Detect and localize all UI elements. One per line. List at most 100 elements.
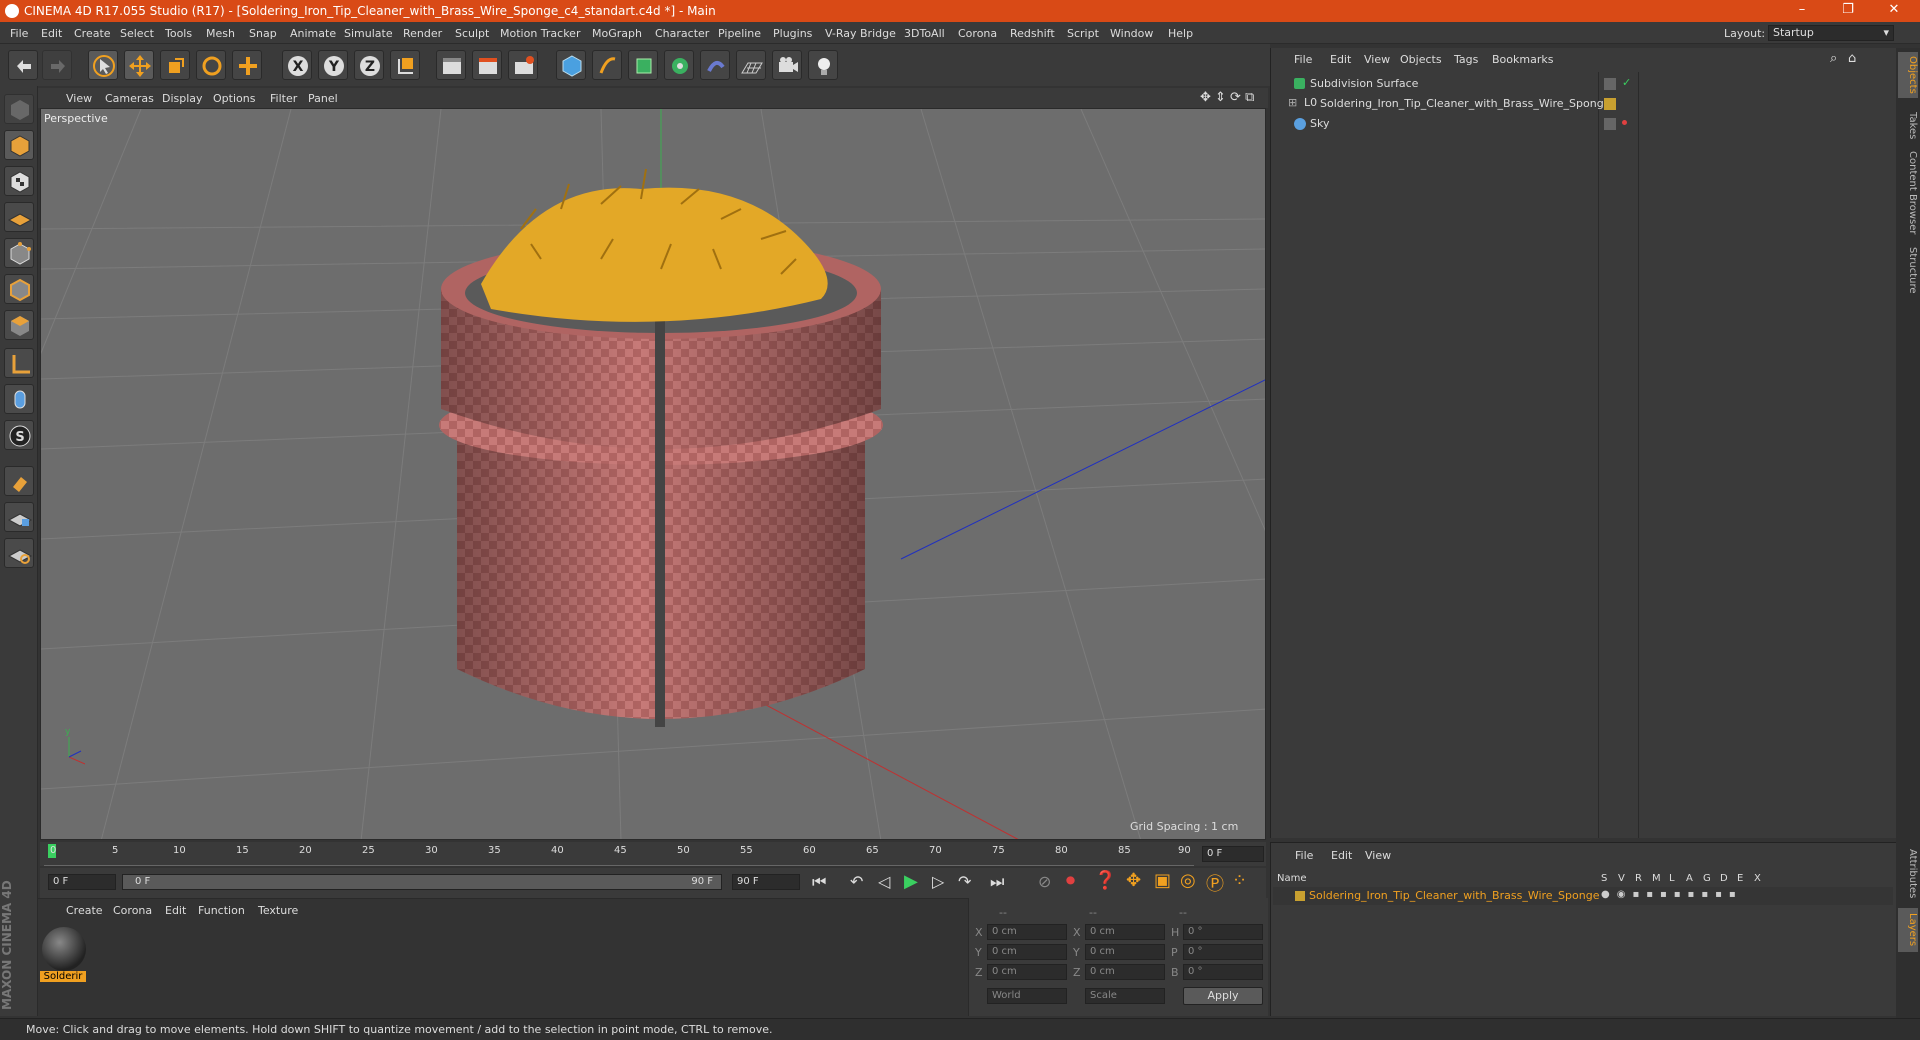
subdivision-button[interactable] xyxy=(628,50,658,80)
menu-sculpt[interactable]: Sculpt xyxy=(455,27,489,40)
coordinate-system-button[interactable] xyxy=(390,50,420,80)
viewport-menu-view[interactable]: View xyxy=(66,92,92,105)
viewport-menu-options[interactable]: Options xyxy=(213,92,255,105)
menu-simulate[interactable]: Simulate xyxy=(344,27,393,40)
viewport-menu-panel[interactable]: Panel xyxy=(308,92,338,105)
planar-workplane-button[interactable] xyxy=(4,538,34,568)
coord-size-z[interactable]: 0 cm xyxy=(1085,964,1165,980)
render-view-button[interactable] xyxy=(436,50,466,80)
array-button[interactable] xyxy=(664,50,694,80)
coord-rotation-p[interactable]: 0 ° xyxy=(1183,944,1263,960)
tab-structure[interactable]: Structure xyxy=(1898,242,1918,298)
start-frame-field[interactable]: 0 F xyxy=(48,874,116,890)
menu-corona[interactable]: Corona xyxy=(958,27,997,40)
visibility-dots[interactable] xyxy=(1604,118,1616,130)
menu-plugins[interactable]: Plugins xyxy=(773,27,812,40)
polygons-mode-button[interactable] xyxy=(4,310,34,340)
axis-mode-button[interactable] xyxy=(4,348,34,378)
visibility-dots[interactable] xyxy=(1604,78,1616,90)
z-axis-lock-button[interactable]: Z xyxy=(354,50,384,80)
render-settings-button[interactable] xyxy=(508,50,538,80)
menu-animate[interactable]: Animate xyxy=(290,27,336,40)
coord-rotation-b[interactable]: 0 ° xyxy=(1183,964,1263,980)
menu-3dtoall[interactable]: 3DToAll xyxy=(904,27,945,40)
previous-frame-button[interactable]: ◁ xyxy=(878,872,890,891)
obj-menu-bookmarks[interactable]: Bookmarks xyxy=(1492,53,1553,66)
layer-color-tag[interactable] xyxy=(1604,98,1616,110)
menu-render[interactable]: Render xyxy=(403,27,442,40)
menu-file[interactable]: File xyxy=(10,27,28,40)
coord-world-dropdown[interactable]: World xyxy=(987,988,1067,1004)
perspective-viewport[interactable]: y xyxy=(40,108,1266,840)
menu-edit[interactable]: Edit xyxy=(41,27,62,40)
floor-button[interactable] xyxy=(736,50,766,80)
key-rotation-button[interactable]: ◎ xyxy=(1180,870,1196,891)
texture-mode-button[interactable] xyxy=(4,166,34,196)
menu-select[interactable]: Select xyxy=(120,27,154,40)
rotate-button[interactable] xyxy=(196,50,226,80)
obj-menu-edit[interactable]: Edit xyxy=(1330,53,1351,66)
current-frame-field[interactable]: 0 F xyxy=(1202,846,1264,862)
apply-button[interactable]: Apply xyxy=(1183,987,1263,1005)
layer-menu-view[interactable]: View xyxy=(1365,849,1391,862)
home-icon[interactable]: ⌂ xyxy=(1848,51,1856,66)
move-button[interactable] xyxy=(124,50,154,80)
menu-window[interactable]: Window xyxy=(1110,27,1153,40)
key-pla-button[interactable]: ⁘ xyxy=(1232,870,1247,891)
expand-icon[interactable]: ⊞ xyxy=(1288,96,1297,109)
record-disabled-icon[interactable]: ⊘ xyxy=(1038,872,1051,891)
material-menu-edit[interactable]: Edit xyxy=(165,904,186,917)
obj-menu-tags[interactable]: Tags xyxy=(1454,53,1478,66)
cube-object-button[interactable] xyxy=(556,50,586,80)
solo-button[interactable]: S xyxy=(4,420,34,450)
next-key-button[interactable]: ↷ xyxy=(958,872,971,891)
material-menu-corona[interactable]: Corona xyxy=(113,904,152,917)
range-slider[interactable]: 0 F 90 F xyxy=(122,874,722,890)
play-button[interactable]: ▶ xyxy=(904,871,918,892)
go-to-start-button[interactable]: ⏮ xyxy=(812,872,826,892)
coord-size-y[interactable]: 0 cm xyxy=(1085,944,1165,960)
coord-position-z[interactable]: 0 cm xyxy=(987,964,1067,980)
menu-script[interactable]: Script xyxy=(1067,27,1099,40)
live-selection-button[interactable] xyxy=(88,50,118,80)
key-scale-button[interactable]: ▣ xyxy=(1154,870,1171,891)
coord-position-x[interactable]: 0 cm xyxy=(987,924,1067,940)
viewport-menu-filter[interactable]: Filter xyxy=(270,92,297,105)
snap-button[interactable] xyxy=(4,466,34,496)
menu-snap[interactable]: Snap xyxy=(249,27,277,40)
obj-menu-view[interactable]: View xyxy=(1364,53,1390,66)
spline-pen-button[interactable] xyxy=(592,50,622,80)
obj-menu-file[interactable]: File xyxy=(1294,53,1312,66)
key-param-button[interactable]: Ⓟ xyxy=(1206,870,1224,896)
model-mode-button[interactable] xyxy=(4,130,34,160)
menu-mograph[interactable]: MoGraph xyxy=(592,27,642,40)
coord-size-x[interactable]: 0 cm xyxy=(1085,924,1165,940)
layer-row[interactable]: Soldering_Iron_Tip_Cleaner_with_Brass_Wi… xyxy=(1273,887,1893,905)
go-to-end-button[interactable]: ⏭ xyxy=(990,872,1004,892)
layer-menu-file[interactable]: File xyxy=(1295,849,1313,862)
layer-menu-edit[interactable]: Edit xyxy=(1331,849,1352,862)
obj-menu-objects[interactable]: Objects xyxy=(1400,53,1442,66)
search-icon[interactable]: ⌕ xyxy=(1830,51,1837,66)
menu-vray-bridge[interactable]: V-Ray Bridge xyxy=(825,27,896,40)
material-name[interactable]: Solderir xyxy=(40,971,86,982)
viewport-nav-icons[interactable]: ✥ ⇕ ⟳ ⧉ xyxy=(1200,90,1254,105)
material-menu-create[interactable]: Create xyxy=(66,904,103,917)
previous-key-button[interactable]: ↶ xyxy=(850,872,863,891)
menu-character[interactable]: Character xyxy=(655,27,709,40)
y-axis-lock-button[interactable]: Y xyxy=(318,50,348,80)
points-mode-button[interactable] xyxy=(4,238,34,268)
viewport-menu-display[interactable]: Display xyxy=(162,92,203,105)
timeline-ruler[interactable]: 0 5 10 15 20 25 30 35 40 45 50 55 60 65 … xyxy=(40,842,1266,866)
close-button[interactable]: ✕ xyxy=(1874,2,1914,20)
tab-takes[interactable]: Takes xyxy=(1898,106,1918,146)
material-menu-texture[interactable]: Texture xyxy=(258,904,298,917)
maximize-button[interactable]: ❐ xyxy=(1828,2,1868,20)
autokey-button[interactable]: ❓ xyxy=(1094,870,1116,891)
tab-attributes[interactable]: Attributes xyxy=(1898,846,1918,902)
object-row[interactable]: Subdivision Surface ✓ xyxy=(1272,74,1894,94)
tab-objects[interactable]: Objects xyxy=(1898,52,1918,98)
workplane-mode-button[interactable] xyxy=(4,202,34,232)
tweak-mode-button[interactable] xyxy=(4,384,34,414)
record-button[interactable]: ⏺ xyxy=(1066,870,1075,891)
